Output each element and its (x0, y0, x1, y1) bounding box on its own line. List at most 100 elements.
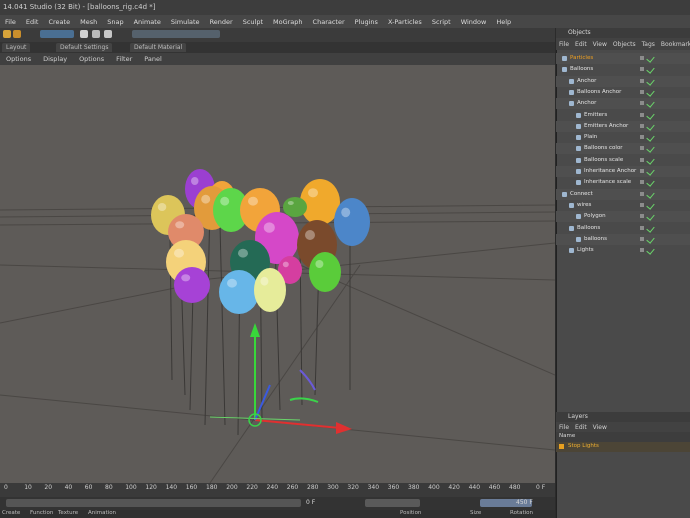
visibility-dots[interactable] (640, 89, 644, 94)
bottom-bar-label[interactable]: Animation (88, 510, 116, 516)
3d-viewport[interactable] (0, 65, 555, 483)
object-name[interactable]: Balloons scale (584, 155, 623, 166)
object-name[interactable]: Balloons Anchor (577, 87, 621, 98)
object-name[interactable]: Connect (570, 189, 593, 200)
enabled-check-icon[interactable] (646, 65, 655, 75)
object-row[interactable]: Lights (556, 245, 690, 256)
timeline-scrubber[interactable] (6, 499, 301, 507)
menu-item[interactable]: Render (205, 18, 238, 26)
rotate-tool-icon[interactable] (104, 30, 112, 38)
objects-menu-item[interactable]: Tags (639, 41, 658, 48)
visibility-dots[interactable] (640, 101, 644, 106)
end-frame-field[interactable]: 450 F (516, 499, 533, 506)
visibility-dots[interactable] (640, 157, 644, 162)
object-row[interactable]: balloons (556, 233, 690, 245)
balloon[interactable] (309, 252, 341, 292)
visibility-dots[interactable] (640, 169, 644, 173)
object-row[interactable]: Balloons (556, 223, 690, 234)
object-row[interactable]: Emitters Anchor (556, 120, 690, 132)
object-name[interactable]: balloons (584, 234, 607, 245)
object-name[interactable]: Anchor (577, 76, 596, 87)
balloon[interactable] (300, 179, 340, 225)
object-name[interactable]: Inheritance Anchor (584, 166, 636, 177)
visibility-dots[interactable] (640, 225, 644, 230)
menu-item[interactable]: File (0, 18, 21, 26)
balloon-cluster[interactable] (151, 169, 370, 314)
enabled-check-icon[interactable] (646, 144, 655, 154)
object-name[interactable]: Balloons (570, 64, 593, 75)
object-tools-group[interactable] (132, 30, 220, 38)
object-row[interactable]: Balloons (556, 64, 690, 75)
balloon[interactable] (174, 267, 210, 303)
layer-name[interactable]: Stop Lights (568, 443, 599, 449)
layers-menu-item[interactable]: Edit (572, 424, 590, 431)
object-name[interactable]: Emitters Anchor (584, 121, 628, 132)
bottom-bar-label[interactable]: Create (2, 510, 20, 516)
timeline-ruler[interactable]: 0 10 20 40 60 80 100 120 140 160 180 200 220 240 260 28… (0, 483, 555, 497)
visibility-dots[interactable] (640, 146, 644, 151)
start-frame-field[interactable]: 0 F (306, 499, 315, 506)
visibility-dots[interactable] (640, 135, 644, 140)
menu-item[interactable]: Character (308, 18, 350, 26)
objects-menu-item[interactable]: File (556, 41, 572, 48)
enabled-check-icon[interactable] (646, 54, 655, 63)
object-row[interactable]: Particles (556, 53, 690, 64)
enabled-check-icon[interactable] (646, 189, 655, 199)
object-row[interactable]: Connect (556, 188, 690, 200)
menu-item[interactable]: Create (43, 18, 75, 26)
redo-icon[interactable] (13, 30, 21, 38)
viewport-menu-item[interactable]: Filter (110, 55, 138, 63)
viewport-menu-item[interactable]: Panel (138, 55, 168, 63)
visibility-dots[interactable] (640, 67, 644, 72)
enabled-check-icon[interactable] (646, 235, 655, 244)
menu-item[interactable]: Snap (102, 18, 128, 26)
move-tool-icon[interactable] (80, 30, 88, 38)
layout-tab[interactable]: Default Settings (56, 43, 113, 52)
enabled-check-icon[interactable] (646, 212, 655, 221)
menu-item[interactable]: Simulate (166, 18, 205, 26)
layers-menu-item[interactable]: File (556, 424, 572, 431)
object-name[interactable]: Particles (570, 53, 593, 64)
enabled-check-icon[interactable] (646, 246, 655, 255)
bottom-bar-label[interactable]: Rotation (510, 510, 533, 516)
object-name[interactable]: Polygon (584, 211, 606, 222)
objects-menu-item[interactable]: Edit (572, 41, 590, 48)
enabled-check-icon[interactable] (646, 122, 655, 131)
menu-item[interactable]: Sculpt (238, 18, 268, 26)
object-name[interactable]: Lights (577, 245, 594, 256)
object-row[interactable]: wires (556, 200, 690, 211)
visibility-dots[interactable] (640, 191, 644, 196)
menu-item[interactable]: Window (456, 18, 492, 26)
object-row[interactable]: Balloons Anchor (556, 87, 690, 98)
menu-item[interactable]: Mesh (75, 18, 102, 26)
visibility-dots[interactable] (640, 112, 644, 117)
coord-mode-group[interactable] (40, 30, 74, 38)
viewport-menu-item[interactable]: Options (0, 55, 37, 63)
object-row[interactable]: Inheritance scale (556, 177, 690, 188)
visibility-dots[interactable] (640, 78, 644, 83)
layer-row[interactable]: Stop Lights (556, 442, 690, 452)
visibility-dots[interactable] (640, 248, 644, 253)
enabled-check-icon[interactable] (646, 88, 655, 97)
object-name[interactable]: Anchor (577, 98, 596, 109)
axis-gizmo[interactable] (209, 323, 352, 434)
menu-item[interactable]: Help (491, 18, 516, 26)
object-name[interactable]: Balloons color (584, 143, 623, 154)
bottom-bar-label[interactable]: Function (30, 510, 53, 516)
enabled-check-icon[interactable] (646, 99, 655, 108)
undo-icon[interactable] (3, 30, 11, 38)
menu-item[interactable]: Edit (21, 18, 44, 26)
object-name[interactable]: Plain (584, 132, 597, 143)
enabled-check-icon[interactable] (646, 110, 655, 120)
balloon[interactable] (283, 197, 307, 217)
object-name[interactable]: wires (577, 200, 591, 211)
objects-menu-item[interactable]: View (590, 41, 610, 48)
viewport-menu-item[interactable]: Display (37, 55, 73, 63)
object-name[interactable]: Inheritance scale (584, 177, 631, 188)
objects-menu-item[interactable]: Bookmarks (658, 41, 690, 48)
enabled-check-icon[interactable] (646, 167, 655, 176)
visibility-dots[interactable] (640, 214, 644, 219)
enabled-check-icon[interactable] (646, 201, 655, 210)
visibility-dots[interactable] (640, 56, 644, 60)
object-row[interactable]: Emitters (556, 110, 690, 121)
